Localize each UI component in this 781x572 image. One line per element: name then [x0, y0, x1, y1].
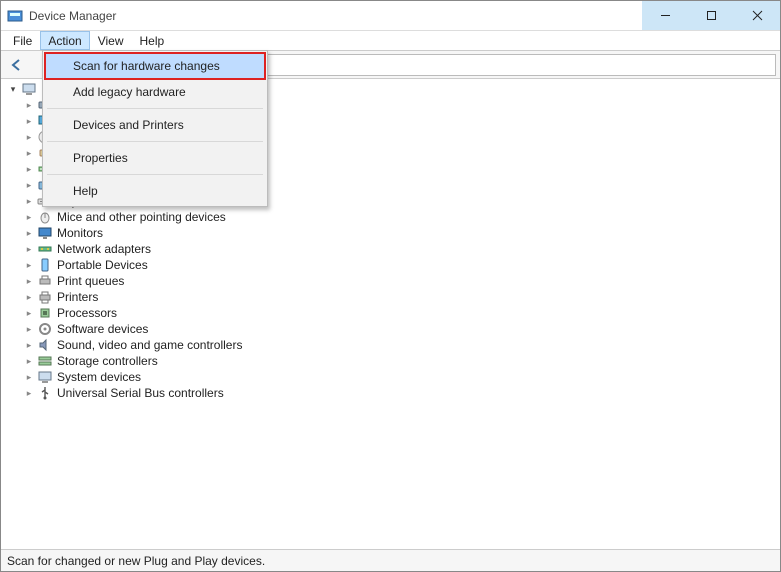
tree-item-software[interactable]: Software devices	[5, 321, 780, 337]
monitor-icon	[37, 225, 53, 241]
printer-icon	[37, 289, 53, 305]
window-title: Device Manager	[29, 9, 116, 23]
tree-item-label: Processors	[57, 306, 117, 320]
tree-item-label: Software devices	[57, 322, 148, 336]
computer-icon	[21, 81, 37, 97]
expander-icon[interactable]	[23, 131, 35, 143]
expander-icon[interactable]	[23, 147, 35, 159]
tree-item-label: Print queues	[57, 274, 124, 288]
menu-item-scan-for-hardware-changes[interactable]: Scan for hardware changes	[45, 53, 265, 79]
window-controls	[642, 1, 780, 30]
maximize-button[interactable]	[688, 1, 734, 30]
sound-icon	[37, 337, 53, 353]
expander-icon[interactable]	[23, 371, 35, 383]
tree-item-monitor[interactable]: Monitors	[5, 225, 780, 241]
tree-item-network[interactable]: Network adapters	[5, 241, 780, 257]
tree-item-printer[interactable]: Printers	[5, 289, 780, 305]
expander-icon[interactable]	[7, 83, 19, 95]
printq-icon	[37, 273, 53, 289]
expander-icon[interactable]	[23, 259, 35, 271]
tree-item-storage[interactable]: Storage controllers	[5, 353, 780, 369]
expander-icon[interactable]	[23, 355, 35, 367]
software-icon	[37, 321, 53, 337]
tree-item-printq[interactable]: Print queues	[5, 273, 780, 289]
storage-icon	[37, 353, 53, 369]
menu-item-add-legacy-hardware[interactable]: Add legacy hardware	[45, 79, 265, 105]
menu-file[interactable]: File	[5, 31, 40, 50]
tree-item-portable[interactable]: Portable Devices	[5, 257, 780, 273]
tree-item-label: Printers	[57, 290, 98, 304]
menu-item-help[interactable]: Help	[45, 178, 265, 204]
portable-icon	[37, 257, 53, 273]
statusbar-text: Scan for changed or new Plug and Play de…	[7, 554, 265, 568]
menu-separator	[47, 174, 263, 175]
titlebar: Device Manager	[1, 1, 780, 31]
tree-item-mouse[interactable]: Mice and other pointing devices	[5, 209, 780, 225]
tree-item-label: Storage controllers	[57, 354, 158, 368]
tree-item-label: System devices	[57, 370, 141, 384]
usb-icon	[37, 385, 53, 401]
tree-item-label: Mice and other pointing devices	[57, 210, 226, 224]
minimize-button[interactable]	[642, 1, 688, 30]
menu-separator	[47, 141, 263, 142]
expander-icon[interactable]	[23, 339, 35, 351]
expander-icon[interactable]	[23, 307, 35, 319]
tree-item-sound[interactable]: Sound, video and game controllers	[5, 337, 780, 353]
tree-item-label: Sound, video and game controllers	[57, 338, 242, 352]
app-icon	[7, 8, 23, 24]
expander-icon[interactable]	[23, 323, 35, 335]
expander-icon[interactable]	[23, 179, 35, 191]
menu-view[interactable]: View	[90, 31, 132, 50]
tree-item-label: Portable Devices	[57, 258, 148, 272]
expander-icon[interactable]	[23, 115, 35, 127]
menu-item-properties[interactable]: Properties	[45, 145, 265, 171]
menu-item-devices-and-printers[interactable]: Devices and Printers	[45, 112, 265, 138]
close-button[interactable]	[734, 1, 780, 30]
action-menu-dropdown: Scan for hardware changesAdd legacy hard…	[42, 50, 268, 207]
expander-icon[interactable]	[23, 387, 35, 399]
expander-icon[interactable]	[23, 163, 35, 175]
tree-item-usb[interactable]: Universal Serial Bus controllers	[5, 385, 780, 401]
expander-icon[interactable]	[23, 243, 35, 255]
expander-icon[interactable]	[23, 275, 35, 287]
cpu-icon	[37, 305, 53, 321]
expander-icon[interactable]	[23, 227, 35, 239]
menu-separator	[47, 108, 263, 109]
tree-item-label: Network adapters	[57, 242, 151, 256]
menu-action[interactable]: Action	[40, 31, 89, 50]
network-icon	[37, 241, 53, 257]
statusbar: Scan for changed or new Plug and Play de…	[1, 549, 780, 571]
tree-item-label: Monitors	[57, 226, 103, 240]
back-button[interactable]	[5, 53, 29, 77]
menu-help[interactable]: Help	[132, 31, 173, 50]
tree-item-system[interactable]: System devices	[5, 369, 780, 385]
expander-icon[interactable]	[23, 291, 35, 303]
expander-icon[interactable]	[23, 195, 35, 207]
tree-item-cpu[interactable]: Processors	[5, 305, 780, 321]
mouse-icon	[37, 209, 53, 225]
menubar: File Action View Help	[1, 31, 780, 51]
tree-item-label: Universal Serial Bus controllers	[57, 386, 224, 400]
system-icon	[37, 369, 53, 385]
expander-icon[interactable]	[23, 211, 35, 223]
expander-icon[interactable]	[23, 99, 35, 111]
